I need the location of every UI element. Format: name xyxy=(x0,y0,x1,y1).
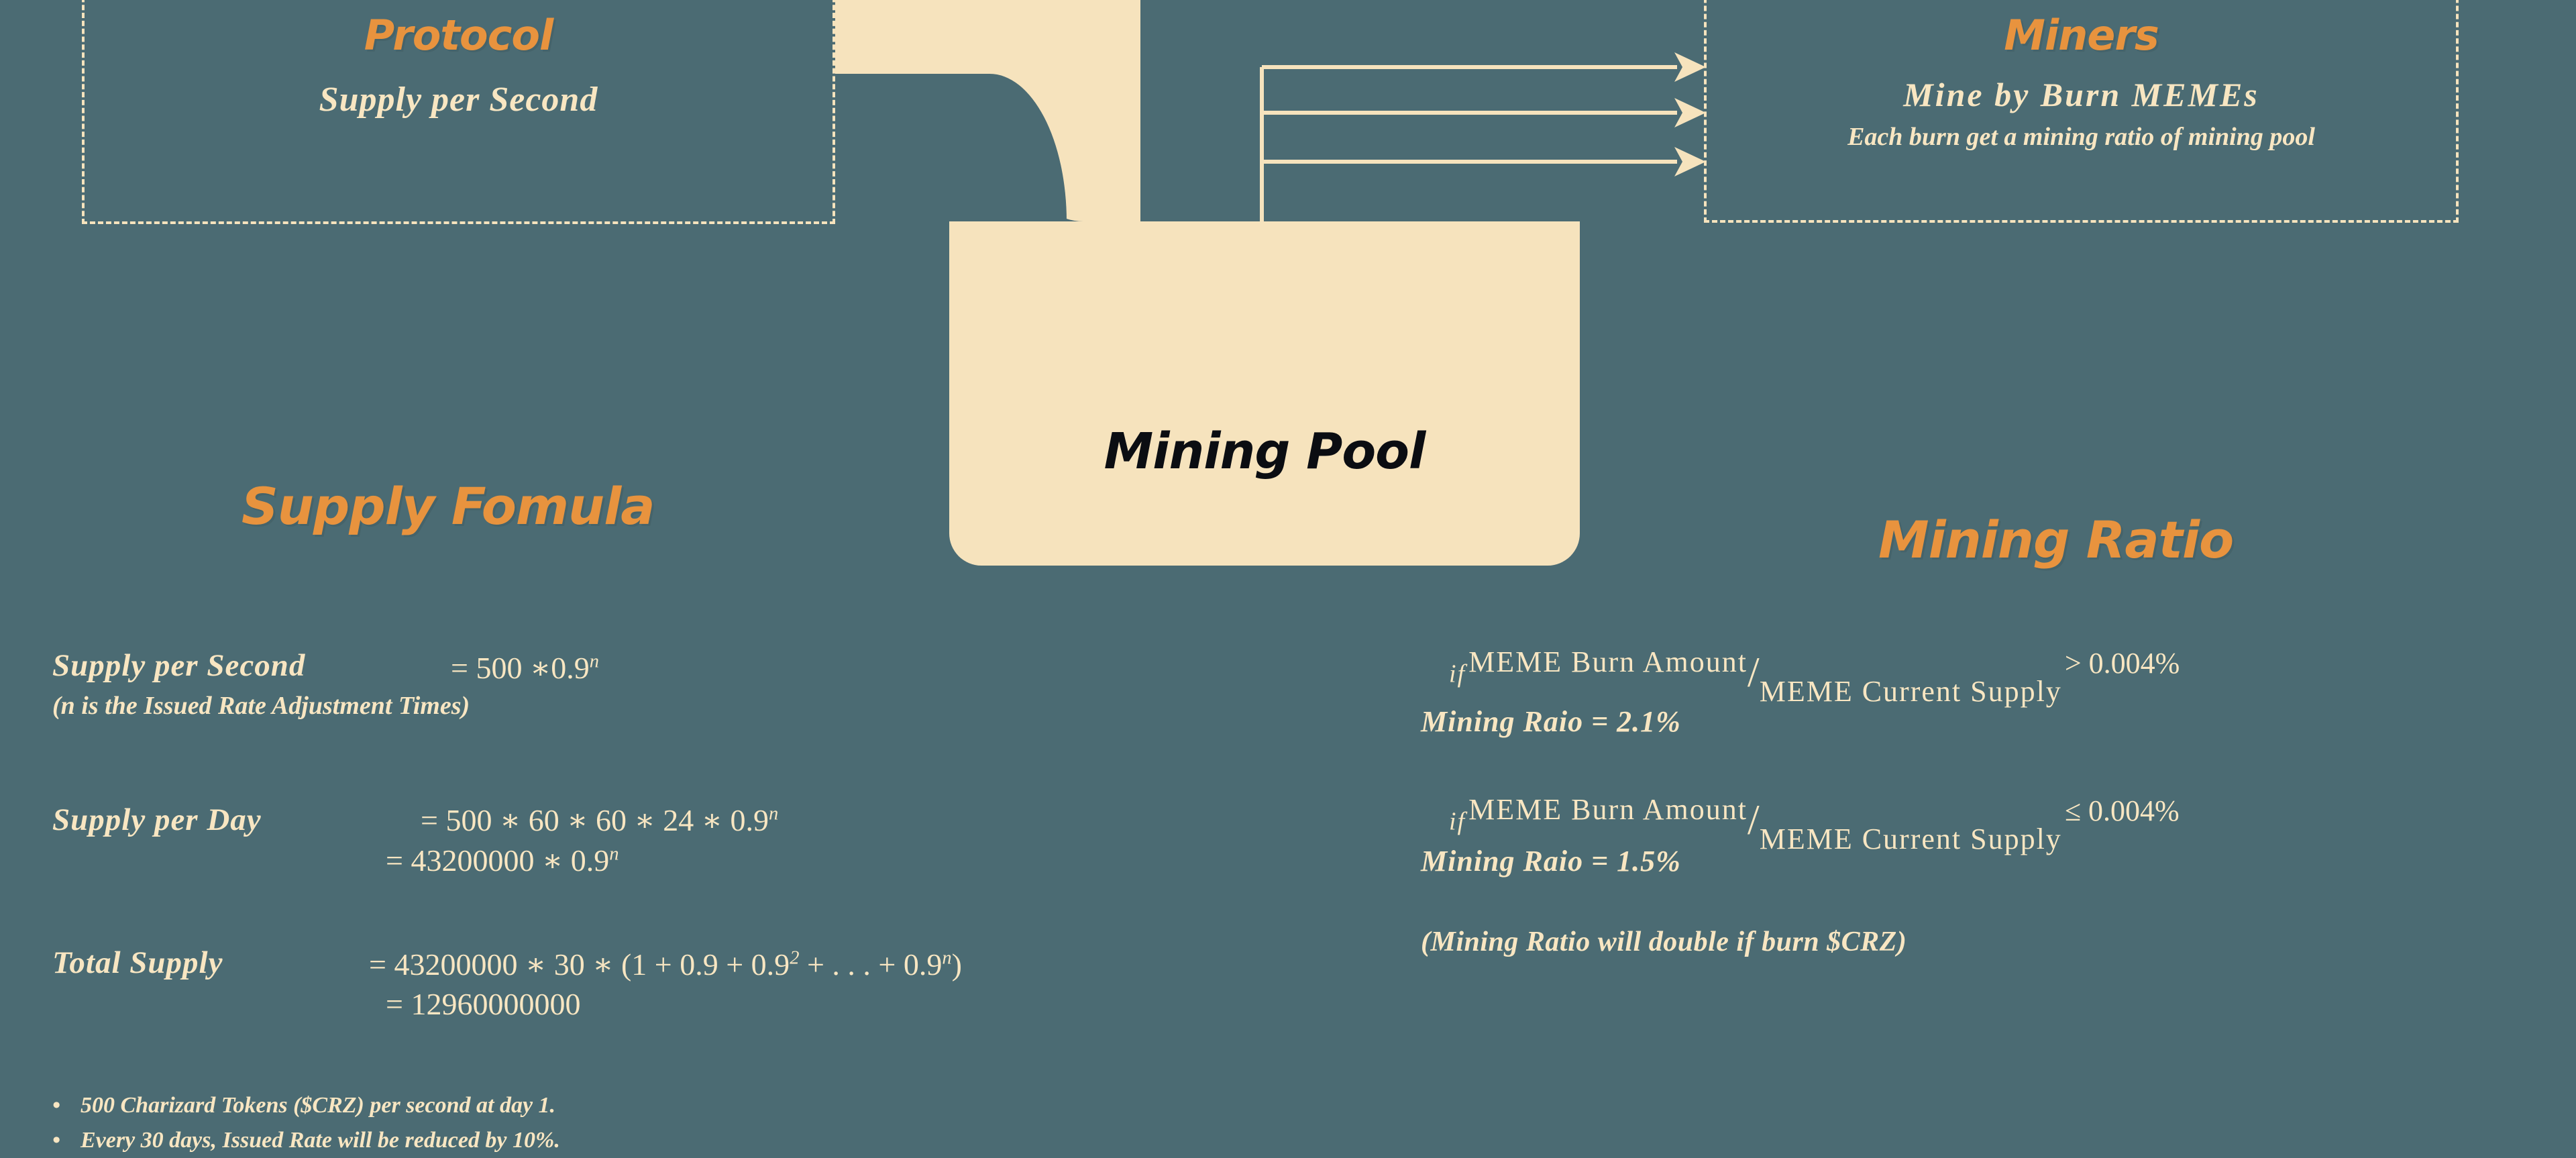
total-supply-line1: = 43200000 ∗ 30 ∗ (1 + 0.9 + 0.92 + . . … xyxy=(369,946,962,982)
supply-per-day-label: Supply per Day xyxy=(52,802,262,837)
total-supply-line2: = 12960000000 xyxy=(386,987,581,1021)
list-item: • Every 30 days, Issued Rate will be red… xyxy=(52,1123,560,1158)
supply-per-second-base: 0.9 xyxy=(551,651,590,685)
condition-2-denominator: MEME Current Supply xyxy=(1759,823,2062,855)
mining-ratio-title: Mining Ratio xyxy=(1878,510,2234,570)
supply-per-day-line2-exponent: n xyxy=(609,843,619,865)
total-supply-line1-b: + . . . + 0.9 xyxy=(799,947,943,982)
total-supply-exponent-2: 2 xyxy=(790,947,800,969)
bullet-text: 500 Charizard Tokens ($CRZ) per second a… xyxy=(80,1093,556,1118)
supply-per-second-note: (n is the Issued Rate Adjustment Times) xyxy=(52,692,470,720)
supply-per-day-line1-text: = 500 ∗ 60 ∗ 60 ∗ 24 ∗ 0.9 xyxy=(421,803,769,837)
total-supply-label: Total Supply xyxy=(52,945,223,980)
supply-per-day-line1-exponent: n xyxy=(769,803,779,825)
supply-per-second-expression: = 500 ∗0.9n xyxy=(451,649,599,686)
supply-bullet-list: • 500 Charizard Tokens ($CRZ) per second… xyxy=(52,1088,560,1158)
supply-per-day-line1: = 500 ∗ 60 ∗ 60 ∗ 24 ∗ 0.9n xyxy=(421,802,778,838)
condition-1-denominator: MEME Current Supply xyxy=(1759,675,2062,708)
condition-2-comparator: ≤ 0.004% xyxy=(2064,794,2180,827)
supply-formula-title: Supply Fomula xyxy=(241,476,655,536)
condition-1-slash: / xyxy=(1747,648,1760,696)
supply-per-second-equals: = 500 xyxy=(451,651,523,685)
mining-ratio-condition-1: if MEME Burn Amount/MEME Current Supply … xyxy=(1449,645,2180,708)
condition-2-numerator: MEME Burn Amount xyxy=(1468,793,1748,826)
mining-ratio-result-1: Mining Raio = 2.1% xyxy=(1421,705,1681,738)
mining-ratio-condition-2: if MEME Burn Amount/MEME Current Supply … xyxy=(1449,793,2180,855)
mining-ratio-note: (Mining Ratio will double if burn $CRZ) xyxy=(1421,927,1907,957)
total-supply-line1-c: ) xyxy=(951,947,962,982)
arrowhead-2 xyxy=(1674,98,1706,127)
supply-per-day-line2: = 43200000 ∗ 0.9n xyxy=(386,842,619,878)
total-supply-exponent-n: n xyxy=(942,947,952,969)
bullet-dot-icon: • xyxy=(52,1128,60,1153)
supply-per-second-label: Supply per Second xyxy=(52,648,306,683)
mining-pool-label: Mining Pool xyxy=(1104,423,1426,480)
condition-1-comparator: > 0.004% xyxy=(2064,647,2180,680)
condition-1-numerator: MEME Burn Amount xyxy=(1468,645,1748,678)
condition-2-if: if xyxy=(1449,807,1466,836)
arrowhead-3 xyxy=(1674,147,1706,176)
bullet-dot-icon: • xyxy=(52,1093,60,1118)
bullet-text: Every 30 days, Issued Rate will be reduc… xyxy=(80,1128,560,1153)
supply-per-second-exponent: n xyxy=(589,651,599,672)
supply-per-day-line2-text: = 43200000 ∗ 0.9 xyxy=(386,843,610,878)
condition-1-if: if xyxy=(1449,660,1466,688)
arrowhead-1 xyxy=(1674,52,1706,82)
condition-2-slash: / xyxy=(1747,796,1760,843)
total-supply-line1-a: = 43200000 ∗ 30 ∗ (1 + 0.9 + 0.9 xyxy=(369,947,790,982)
mining-pool-vessel: Mining Pool xyxy=(949,221,1580,566)
diagram-canvas: Protocol Supply per Second Miners Mine b… xyxy=(0,0,2576,1158)
supply-per-second-operator: ∗ xyxy=(529,651,551,685)
list-item: • 500 Charizard Tokens ($CRZ) per second… xyxy=(52,1088,560,1123)
pool-to-miners-arrows xyxy=(1260,52,1706,221)
mining-ratio-result-2: Mining Raio = 1.5% xyxy=(1421,845,1681,878)
